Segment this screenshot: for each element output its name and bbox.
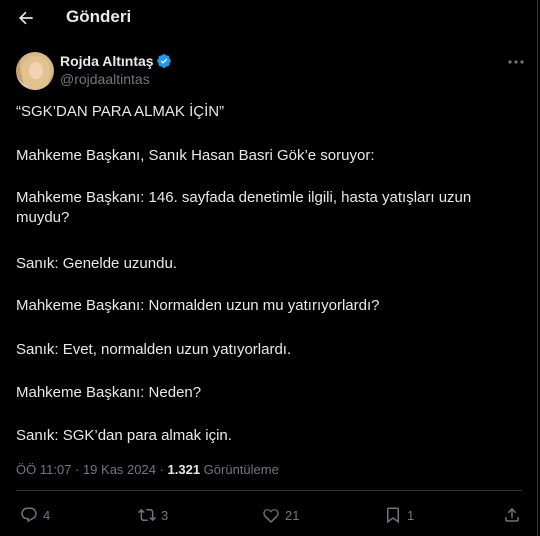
share-icon bbox=[505, 507, 519, 522]
bookmark-icon bbox=[387, 507, 399, 524]
post-meta: ÖÖ 11:07 · 19 Kas 2024 · 1.321 Görüntüle… bbox=[16, 462, 279, 477]
author-name[interactable]: Rojda Altıntaş bbox=[60, 53, 154, 69]
post-panel: Gönderi Rojda Altıntaş @rojdaaltintas “S… bbox=[0, 0, 538, 536]
author-handle[interactable]: @rojdaaltintas bbox=[60, 71, 150, 87]
verified-badge-icon bbox=[157, 54, 171, 68]
page-title: Gönderi bbox=[66, 7, 132, 26]
tweet-line: Sanık: Evet, normalden uzun yatıyorlardı… bbox=[16, 341, 292, 358]
post-timestamp[interactable]: ÖÖ 11:07 · 19 Kas 2024 · bbox=[16, 462, 168, 477]
header: Gönderi bbox=[0, 0, 538, 36]
share-button[interactable] bbox=[503, 505, 526, 525]
view-count: 1.321 bbox=[167, 462, 201, 477]
divider bbox=[16, 490, 522, 491]
tweet-line: Mahkeme Başkanı: Neden? bbox=[16, 384, 202, 401]
tweet-line: Mahkeme Başkanı: Normalden uzun mu yatır… bbox=[16, 297, 380, 314]
heart-icon bbox=[263, 509, 279, 524]
view-count-label: Görüntüleme bbox=[200, 462, 279, 477]
tweet-line: Sanık: SGK’dan para almak için. bbox=[16, 427, 232, 444]
tweet-line: Mahkeme Başkanı: 146. sayfada denetimle … bbox=[16, 189, 472, 226]
like-button[interactable]: 21 bbox=[262, 505, 299, 525]
more-options-icon[interactable] bbox=[506, 55, 526, 69]
bookmark-button[interactable]: 1 bbox=[384, 505, 414, 525]
repost-count: 3 bbox=[161, 507, 169, 523]
tweet-line: Sanık: Genelde uzundu. bbox=[16, 255, 177, 272]
repost-icon bbox=[138, 508, 156, 522]
reply-count: 4 bbox=[43, 507, 51, 523]
reply-icon bbox=[21, 507, 37, 523]
arrow-left-icon bbox=[18, 11, 33, 25]
avatar[interactable] bbox=[16, 52, 54, 90]
tweet-line: “SGK’DAN PARA ALMAK İÇİN” bbox=[16, 103, 225, 120]
like-count: 21 bbox=[285, 507, 300, 523]
back-button[interactable] bbox=[14, 6, 38, 30]
reply-button[interactable]: 4 bbox=[20, 505, 50, 525]
tweet-line: Mahkeme Başkanı, Sanık Hasan Basri Gök’e… bbox=[16, 147, 375, 164]
repost-button[interactable]: 3 bbox=[138, 505, 168, 525]
bookmark-count: 1 bbox=[407, 507, 415, 523]
